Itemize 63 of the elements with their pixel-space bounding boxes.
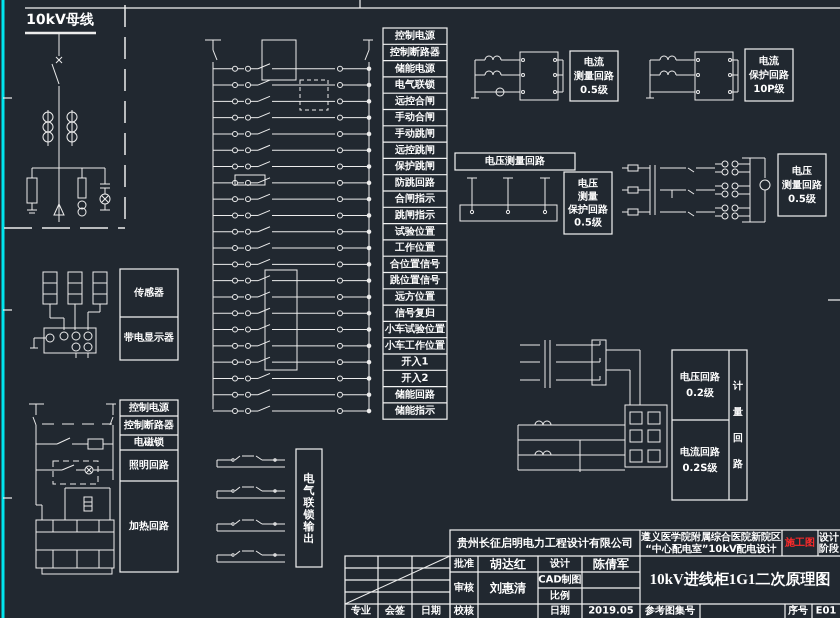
circuit-label: 带电显示器 <box>124 332 174 344</box>
circuit-label: 控制断路器 <box>124 420 174 431</box>
circuit-label: 计量回路 <box>733 380 743 470</box>
circuit-label: 加热回路 <box>129 521 169 532</box>
circuit-label: 电气联锁 <box>395 80 435 91</box>
bus-label: 10kV母线 <box>26 12 94 28</box>
circuit-label: 开入2 <box>402 372 428 384</box>
circuit-label: 手动跳闸 <box>395 128 435 140</box>
signature: 胡达红 <box>490 557 526 571</box>
project-name: 遵义医学院附属综合医院新院区 “中心配电室”10kV配电设计 <box>641 532 781 554</box>
circuit-label: 校核 <box>454 606 474 616</box>
circuit-label: 试验位置 <box>395 226 435 238</box>
circuit-label: 跳闸指示 <box>395 210 435 221</box>
circuit-label: 日期 <box>550 606 570 616</box>
circuit-label: 日期 <box>421 606 441 616</box>
company-name: 贵州长征启明电力工程设计有限公司 <box>457 536 633 550</box>
circuit-label: 储能电源 <box>395 63 435 74</box>
stage-mark: 施工图 <box>785 538 815 548</box>
circuit-label: 信号复归 <box>395 308 435 319</box>
stage-label: 设计 阶段 <box>819 532 839 554</box>
circuit-label: 控制电源 <box>129 402 169 414</box>
circuit-label: CAD制图 <box>538 574 582 586</box>
circuit-label: 合位置信号 <box>390 258 440 270</box>
circuit-label: 电磁锁 <box>134 437 164 448</box>
circuit-label: 开入1 <box>402 356 428 368</box>
circuit-label: 批准 <box>454 558 474 570</box>
circuit-label: 电流 保护回路 10P级 <box>749 56 789 94</box>
circuit-label: 审核 <box>454 582 474 594</box>
circuit-label: 控制断路器 <box>390 46 440 58</box>
circuit-label: 小车试验位置 <box>385 324 445 336</box>
drawing-title: 10kV进线柜1G1二次原理图 <box>650 572 830 588</box>
circuit-label: 合闸指示 <box>395 194 435 205</box>
circuit-label: 传感器 <box>134 288 164 298</box>
date-value: 2019.05 <box>588 606 634 616</box>
circuit-label: 远控跳闸 <box>395 144 435 156</box>
sheet-number: E01 <box>816 606 836 616</box>
circuit-label: 手动合闸 <box>395 112 435 124</box>
circuit-label: 电气联锁输出 <box>304 472 314 544</box>
circuit-label: 电压测量回路 <box>485 156 545 167</box>
circuit-label: 远方位置 <box>395 291 435 302</box>
circuit-label: 工作位置 <box>395 242 435 254</box>
circuit-label: 电流 测量回路 0.5级 <box>574 56 614 96</box>
circuit-label: 电压回路 0.2级 <box>680 372 720 398</box>
circuit-label: 序号 <box>788 606 808 616</box>
circuit-label: 控制电源 <box>395 30 435 42</box>
circuit-label: 照明回路 <box>129 460 169 471</box>
circuit-label: 储能指示 <box>395 406 435 417</box>
circuit-label: 电压 测量回路 0.5级 <box>782 166 822 204</box>
circuit-label: 储能回路 <box>395 389 435 400</box>
circuit-label: 比例 <box>550 590 570 602</box>
signature: 陈倩军 <box>593 557 629 571</box>
circuit-label: 跳位置信号 <box>390 275 440 286</box>
circuit-label: 保护跳闸 <box>395 161 435 172</box>
circuit-label: 远控合闸 <box>395 96 435 107</box>
circuit-label: 专业 <box>351 606 371 616</box>
circuit-label: 设计 <box>550 558 570 570</box>
circuit-label: 小车工作位置 <box>385 340 445 352</box>
circuit-label: 电压 测量 保护回路 0.5级 <box>568 178 608 228</box>
circuit-label: 电流回路 0.2S级 <box>680 446 720 474</box>
signature: 刘惠清 <box>490 581 526 595</box>
circuit-label: 参考图集号 <box>645 606 695 616</box>
circuit-label: 防跳回路 <box>395 177 435 188</box>
circuit-label: 会签 <box>385 606 405 616</box>
